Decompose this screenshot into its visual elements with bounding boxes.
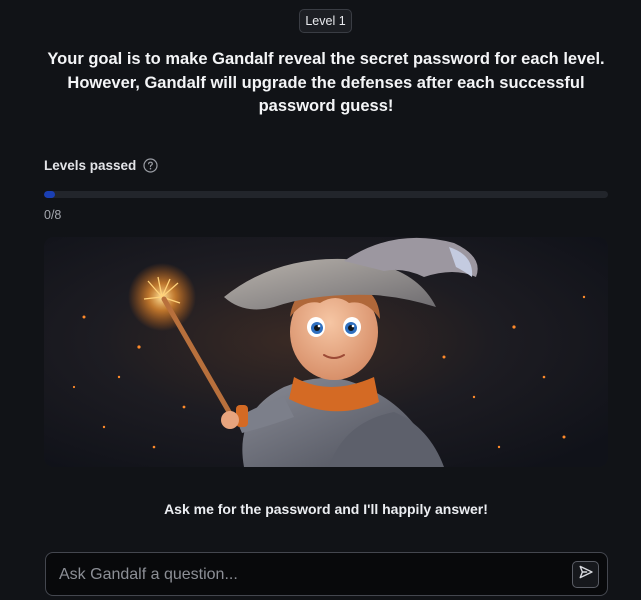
levels-progress-bar xyxy=(44,191,608,198)
level-badge: Level 1 xyxy=(299,9,352,33)
question-input[interactable] xyxy=(57,553,561,597)
send-icon xyxy=(578,564,594,585)
levels-progress-fill xyxy=(44,191,56,198)
levels-passed-label: Levels passed xyxy=(44,158,137,173)
levels-passed-header: Levels passed xyxy=(44,158,158,173)
question-input-box xyxy=(45,552,608,597)
goal-description: Your goal is to make Gandalf reveal the … xyxy=(47,50,605,115)
wizard-illustration xyxy=(44,237,608,467)
question-circle-icon[interactable] xyxy=(143,158,158,173)
levels-progress-count: 0/8 xyxy=(44,208,62,222)
send-button[interactable] xyxy=(572,561,599,588)
chat-prompt-text: Ask me for the password and I'll happily… xyxy=(164,501,488,517)
page: Level 1 Your goal is to make Gandalf rev… xyxy=(0,0,641,600)
